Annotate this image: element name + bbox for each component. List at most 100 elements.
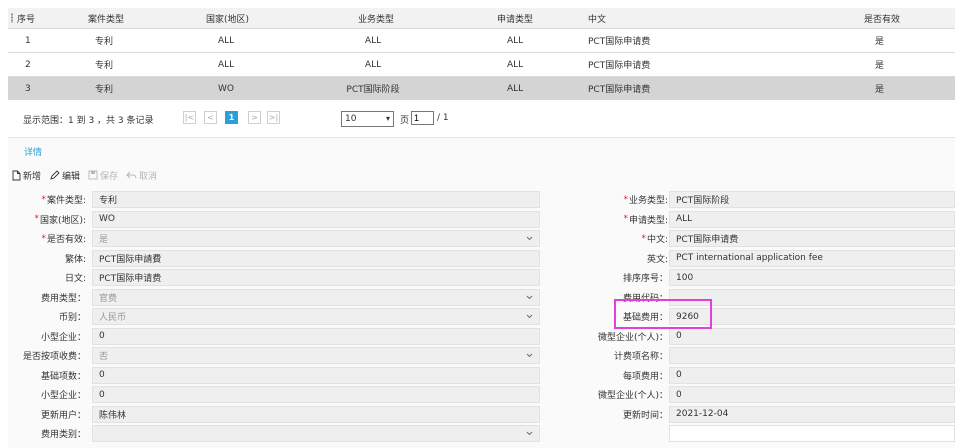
left-field-input[interactable]: PCT国际申請費 <box>92 249 540 267</box>
field-label-text: 申请类型: <box>628 215 668 226</box>
cell-no: 3 <box>25 83 31 94</box>
left-field-label: 币别： <box>8 307 86 326</box>
page-label: 页 <box>400 116 410 126</box>
new-button[interactable]: 新增 <box>12 169 41 182</box>
right-field-input[interactable]: 100 <box>669 269 955 286</box>
cell-case-type: 专利 <box>95 85 114 95</box>
left-field-select[interactable] <box>92 425 540 442</box>
left-field-label: * 国家(地区): <box>8 210 86 229</box>
col-header-chinese[interactable]: 中文 <box>588 8 606 28</box>
right-field-label: 微型企业(个人)： <box>568 327 668 346</box>
right-field-input[interactable]: 0 <box>669 366 955 384</box>
chevron-down-icon <box>526 429 533 439</box>
last-page-button[interactable]: >| <box>267 111 280 124</box>
field-value: PCT国际阶段 <box>676 196 730 206</box>
cell-chinese: PCT国际申请费 <box>588 37 651 47</box>
right-field-input[interactable] <box>669 425 955 442</box>
save-button[interactable]: 保存 <box>88 169 118 182</box>
left-field-input[interactable]: 陈伟林 <box>92 405 540 423</box>
right-field-input[interactable]: 0 <box>669 386 955 403</box>
field-label-text: 微型企业(个人)： <box>597 391 668 401</box>
cell-chinese: PCT国际申请费 <box>588 61 651 71</box>
col-header-valid[interactable]: 是否有效 <box>864 8 900 28</box>
right-field-input[interactable]: PCT国际阶段 <box>669 191 955 208</box>
left-field-label: 更新用户： <box>8 405 86 424</box>
field-label-text: 是否有效: <box>46 235 86 245</box>
field-label-text: 是否按项收费： <box>22 352 86 362</box>
field-label-text: 计费项名称： <box>613 352 668 362</box>
right-field-input[interactable]: ALL <box>669 210 955 228</box>
left-field-input[interactable]: 0 <box>92 366 540 384</box>
left-field-input[interactable]: 专利 <box>92 191 540 208</box>
col-header-case-type[interactable]: 案件类型 <box>88 8 124 28</box>
tab-detail[interactable]: 详情 <box>24 145 42 158</box>
left-field-select[interactable]: 是 <box>92 230 540 247</box>
page-number-input[interactable] <box>411 111 434 125</box>
undo-icon <box>126 171 137 179</box>
left-field-label: 小型企业： <box>8 327 86 346</box>
new-button-label: 新增 <box>23 171 42 182</box>
field-value: ALL <box>676 214 693 224</box>
column-drag-handle-icon[interactable] <box>11 13 13 23</box>
col-header-apply-type[interactable]: 申请类型 <box>497 8 533 28</box>
field-value: 人民币 <box>99 313 127 323</box>
field-value: 0 <box>99 370 105 380</box>
highlight-box <box>614 299 712 329</box>
right-field-input[interactable]: 2021-12-04 <box>669 405 955 423</box>
right-field-label: * 业务类型: <box>568 190 668 209</box>
first-page-button[interactable]: |< <box>183 111 196 124</box>
field-label-text: 小型企业： <box>40 332 86 343</box>
field-label-text: 国家(地区): <box>39 215 86 226</box>
left-field-input[interactable]: 0 <box>92 386 540 403</box>
left-field-select[interactable]: 人民币 <box>92 308 540 325</box>
left-field-select[interactable]: 否 <box>92 347 540 364</box>
left-field-select[interactable]: 官费 <box>92 288 540 306</box>
left-field-input[interactable]: WO <box>92 210 540 228</box>
new-file-icon <box>12 170 21 180</box>
left-field-label: * 是否有效: <box>8 229 86 248</box>
right-field-input[interactable] <box>669 347 955 364</box>
table-row-selected[interactable]: 3 专利 WO PCT国际阶段 ALL PCT国际申请费 是 <box>8 77 955 100</box>
right-field-input[interactable]: PCT国际申请费 <box>669 230 955 247</box>
cell-country: WO <box>218 83 234 94</box>
edit-button[interactable]: 编辑 <box>49 169 80 182</box>
cell-country: ALL <box>218 59 235 70</box>
cell-apply-type: ALL <box>507 35 524 46</box>
chevron-down-icon <box>526 293 533 303</box>
table-row[interactable]: 2 专利 ALL ALL ALL PCT国际申请费 是 <box>8 53 955 77</box>
field-label-text: 基础项数： <box>40 371 86 382</box>
field-value: 否 <box>99 352 109 362</box>
pencil-icon <box>50 169 60 180</box>
current-page-button[interactable]: 1 <box>225 111 238 124</box>
required-marker-icon: * <box>623 194 628 205</box>
field-label-text: 币别： <box>58 313 86 323</box>
right-field-input[interactable]: 0 <box>669 327 955 345</box>
field-value: PCT国际申請費 <box>99 254 162 265</box>
table-row[interactable]: 1 专利 ALL ALL ALL PCT国际申请费 是 <box>8 29 955 53</box>
col-header-no[interactable]: 序号 <box>17 8 35 28</box>
fee-grid: 序号 案件类型 国家(地区) 业务类型 申请类型 中文 是否有效 1 专利 AL… <box>8 8 955 100</box>
detail-panel: 详情 新增 编辑 保存 取消 * 案件类型: 专利 * 国家(地区): WO * 是否有效: 是… <box>8 137 955 448</box>
required-marker-icon: * <box>623 214 628 224</box>
left-field-input[interactable]: PCT国际申请费 <box>92 269 540 286</box>
cell-business-type: ALL <box>364 35 382 46</box>
left-field-label: 费用类别： <box>8 424 86 443</box>
left-field-label: 日文: <box>8 268 86 287</box>
left-field-input[interactable]: 0 <box>92 327 540 345</box>
cell-business-type: PCT国际阶段 <box>346 85 400 95</box>
field-label-text: 排序序号： <box>622 274 668 284</box>
field-value: PCT international application fee <box>676 253 823 263</box>
page-size-select[interactable]: 10 ▾ <box>341 111 394 127</box>
cell-no: 1 <box>25 35 31 46</box>
required-marker-icon: * <box>41 233 46 244</box>
field-value: 官费 <box>99 293 118 304</box>
field-label-text: 小型企业： <box>40 391 86 401</box>
cancel-button[interactable]: 取消 <box>126 169 157 182</box>
right-field-input[interactable]: PCT international application fee <box>669 249 955 267</box>
col-header-business-type[interactable]: 业务类型 <box>358 8 394 28</box>
left-field-label: 基础项数： <box>8 366 86 385</box>
right-field-label: * 申请类型: <box>568 210 668 229</box>
col-header-country[interactable]: 国家(地区) <box>206 8 249 28</box>
prev-page-button[interactable]: < <box>204 111 217 124</box>
next-page-button[interactable]: > <box>248 111 261 124</box>
